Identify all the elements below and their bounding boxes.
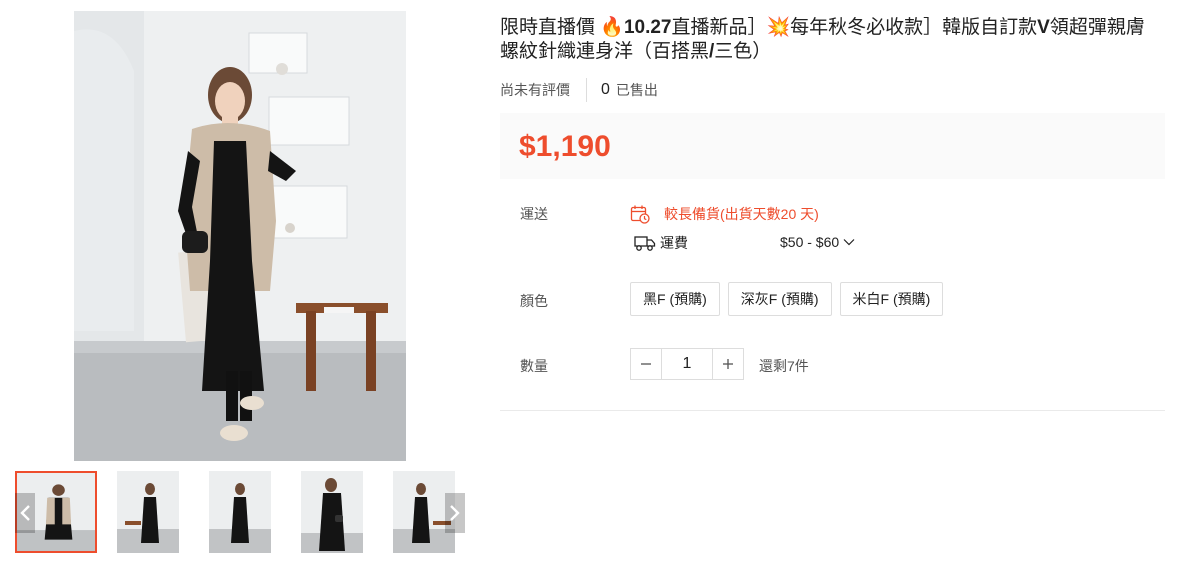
product-stats: 尚未有評價 0 已售出: [500, 78, 658, 102]
thumbnail-strip: [15, 471, 465, 553]
thumbnail-next-button[interactable]: [445, 493, 465, 533]
shipping-warning-text: 較長備貨(出貨天數20 天): [664, 206, 819, 222]
thumbnail-prev-button[interactable]: [15, 493, 35, 533]
stock-remaining: 還剩7件: [759, 358, 809, 374]
price-box: $1,190: [500, 113, 1165, 179]
no-review-text: 尚未有評價: [500, 78, 587, 102]
truck-icon: [634, 236, 656, 251]
shipping-label: 運送: [520, 206, 548, 222]
chevron-right-icon: [450, 505, 460, 521]
main-product-image[interactable]: [74, 11, 406, 461]
price: $1,190: [519, 130, 611, 163]
shipping-fee-row: 運費: [634, 233, 688, 253]
shipping-fee-dropdown[interactable]: $50 - $60: [780, 234, 855, 250]
color-options: 黑F (預購) 深灰F (預購) 米白F (預購): [630, 282, 944, 316]
product-photo: [74, 11, 406, 461]
chevron-left-icon: [20, 505, 30, 521]
color-option-dark-gray[interactable]: 深灰F (預購): [727, 282, 832, 316]
thumbnail-2[interactable]: [117, 471, 179, 553]
quantity-stepper: [630, 348, 744, 380]
shipping-warning: 較長備貨(出貨天數20 天): [630, 204, 819, 224]
sold-count: 0: [601, 81, 610, 98]
shipping-fee-label: 運費: [660, 235, 688, 251]
quantity-input[interactable]: [662, 348, 712, 380]
thumbnail-4[interactable]: [301, 471, 363, 553]
plus-icon: [723, 359, 733, 369]
shipping-fee-value: $50 - $60: [780, 234, 840, 250]
minus-icon: [641, 363, 651, 365]
color-option-off-white[interactable]: 米白F (預購): [839, 282, 944, 316]
chevron-down-icon: [843, 239, 855, 246]
quantity-label: 數量: [520, 358, 548, 374]
color-option-black[interactable]: 黑F (預購): [630, 282, 720, 316]
quantity-increase-button[interactable]: [712, 348, 744, 380]
product-title: 限時直播價 🔥10.27直播新品］💥每年秋冬必收款］韓版自訂款V領超彈親膚螺紋針…: [500, 17, 1145, 62]
calendar-clock-icon: [630, 205, 650, 224]
sold-label: 已售出: [615, 82, 658, 98]
thumbnail-3[interactable]: [209, 471, 271, 553]
color-label: 顏色: [520, 293, 548, 309]
quantity-decrease-button[interactable]: [630, 348, 662, 380]
section-divider: [500, 410, 1165, 411]
